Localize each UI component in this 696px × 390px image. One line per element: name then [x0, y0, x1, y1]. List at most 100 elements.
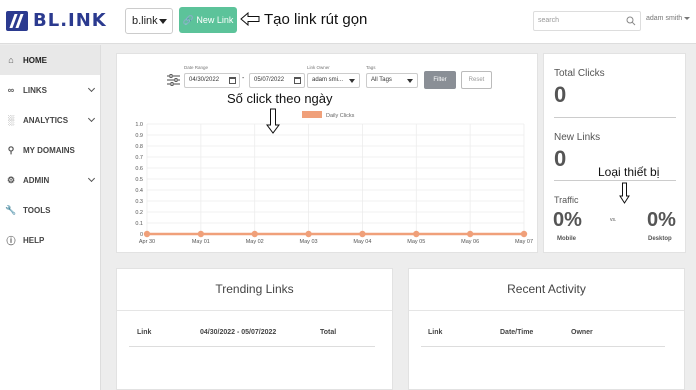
desktop-percent: 0%	[647, 209, 676, 231]
divider	[117, 310, 392, 311]
annotation-arrow-down-icon	[266, 108, 280, 134]
search-placeholder: search	[538, 17, 560, 24]
legend-label: Daily Clicks	[326, 113, 355, 119]
new-links-label: New Links	[554, 132, 601, 143]
x-tick-label: May 03	[300, 239, 318, 245]
sidebar-item-label: TOOLS	[23, 205, 51, 215]
data-point	[197, 230, 205, 238]
link-icon: ∞	[7, 85, 15, 95]
sidebar-item-label: ADMIN	[23, 175, 50, 185]
divider	[554, 117, 676, 118]
link-icon: 🔗	[182, 15, 194, 25]
annotation-new-link: Tạo link rút gọn	[264, 11, 368, 28]
daily-clicks-panel: Date Range 04/30/2022 - 05/07/2022 Link …	[116, 53, 538, 253]
new-link-label: New Link	[196, 15, 234, 25]
data-point	[359, 230, 366, 238]
x-tick-label: May 01	[192, 239, 210, 245]
y-tick-label: 1.0	[135, 122, 143, 128]
mobile-label: Mobile	[557, 236, 576, 242]
trending-links-title: Trending Links	[215, 282, 294, 296]
annotation-arrow-down-icon	[619, 182, 630, 204]
recent-activity-panel: Recent Activity Link Date/Time Owner	[408, 268, 685, 390]
divider	[554, 180, 676, 181]
x-tick-label: May 02	[246, 239, 264, 245]
bar-chart-icon: ░	[7, 115, 15, 125]
wrench-icon: 🔧	[5, 204, 17, 215]
domain-select-value: b.link	[132, 15, 158, 27]
traffic-label: Traffic	[554, 195, 579, 205]
desktop-label: Desktop	[648, 236, 672, 242]
logo-mark-icon	[6, 10, 28, 31]
daily-clicks-chart: 0 0.1 0.2 0.3 0.4 0.5 0.6 0.7 0.8 0.9 1.0 Apr 30 May…	[135, 111, 533, 245]
y-tick-label: 0.2	[135, 210, 143, 216]
chevron-down-icon	[87, 114, 96, 123]
annotation-daily-clicks: Số click theo ngày	[227, 91, 333, 106]
recent-activity-title: Recent Activity	[507, 282, 586, 296]
divider	[129, 346, 375, 347]
column-header: Date/Time	[500, 329, 534, 336]
column-header: 04/30/2022 - 05/07/2022	[200, 329, 277, 336]
data-point	[305, 230, 312, 238]
annotation-device-type: Loại thiết bị	[598, 165, 660, 179]
x-tick-label: Apr 30	[139, 239, 155, 245]
y-tick-label: 0	[140, 232, 143, 238]
gear-icon: ⚙	[6, 174, 16, 185]
vs-label: vs.	[610, 217, 617, 223]
mobile-percent: 0%	[553, 209, 582, 231]
sidebar-item-label: HOME	[23, 55, 47, 65]
user-name: adam smith	[646, 15, 683, 22]
y-tick-label: 0.6	[135, 166, 143, 172]
brand-logo[interactable]: BL.INK	[6, 10, 107, 31]
divider	[421, 346, 665, 347]
sidebar-item-label: LINKS	[23, 85, 47, 95]
y-tick-label: 0.7	[135, 155, 143, 161]
sidebar-item-label: HELP	[23, 235, 45, 245]
y-tick-label: 0.8	[135, 144, 143, 150]
y-tick-label: 0.1	[135, 221, 143, 227]
search-input[interactable]: search	[533, 11, 641, 31]
x-tick-label: May 05	[407, 239, 425, 245]
data-point	[520, 230, 528, 238]
sidebar-item-help[interactable]: ⓘ HELP	[0, 225, 100, 255]
sidebar-item-home[interactable]: ⌂ HOME	[0, 45, 100, 75]
legend-swatch	[302, 111, 322, 118]
x-tick-label: May 04	[353, 239, 371, 245]
stats-panel: Total Clicks 0 New Links 0 Loại thiết bị…	[543, 53, 686, 253]
sidebar-item-tools[interactable]: 🔧 TOOLS	[0, 195, 100, 225]
y-tick-label: 0.4	[135, 188, 143, 194]
top-bar: BL.INK b.link 🔗 New Link Tạo link rút gọ…	[0, 0, 696, 44]
sidebar-item-admin[interactable]: ⚙ ADMIN	[0, 165, 100, 195]
home-icon: ⌂	[8, 55, 14, 65]
user-menu[interactable]: adam smith	[646, 15, 691, 22]
caret-down-icon	[684, 16, 691, 20]
domain-select[interactable]: b.link	[125, 8, 173, 34]
y-tick-label: 0.5	[135, 177, 143, 183]
total-clicks-value: 0	[554, 82, 567, 107]
new-link-button[interactable]: 🔗 New Link	[179, 7, 237, 33]
trending-links-panel: Trending Links Link 04/30/2022 - 05/07/2…	[116, 268, 393, 390]
brand-name: BL.INK	[33, 10, 107, 31]
column-header: Link	[428, 329, 443, 336]
sidebar-item-label: ANALYTICS	[23, 115, 69, 125]
divider	[409, 310, 684, 311]
x-tick-label: May 06	[461, 239, 479, 245]
chevron-down-icon	[87, 84, 96, 93]
new-links-value: 0	[554, 146, 567, 171]
y-tick-label: 0.3	[135, 199, 143, 205]
sidebar-item-my-domains[interactable]: ⚲ MY DOMAINS	[0, 135, 100, 165]
sidebar-item-analytics[interactable]: ░ ANALYTICS	[0, 105, 100, 135]
sidebar-item-label: MY DOMAINS	[23, 145, 75, 155]
data-point	[466, 230, 474, 238]
sidebar: ⌂ HOME ∞ LINKS ░ ANALYTICS ⚲ MY DOMAINS …	[0, 45, 101, 390]
data-point	[143, 230, 151, 238]
y-tick-label: 0.9	[135, 133, 143, 139]
column-header: Total	[320, 329, 337, 336]
help-circle-icon: ⓘ	[6, 235, 16, 246]
total-clicks-label: Total Clicks	[554, 68, 605, 79]
search-icon	[626, 16, 636, 26]
x-tick-label: May 07	[515, 239, 533, 245]
data-point	[413, 230, 420, 238]
data-point	[251, 230, 258, 238]
caret-down-icon	[159, 19, 167, 24]
sidebar-item-links[interactable]: ∞ LINKS	[0, 75, 100, 105]
